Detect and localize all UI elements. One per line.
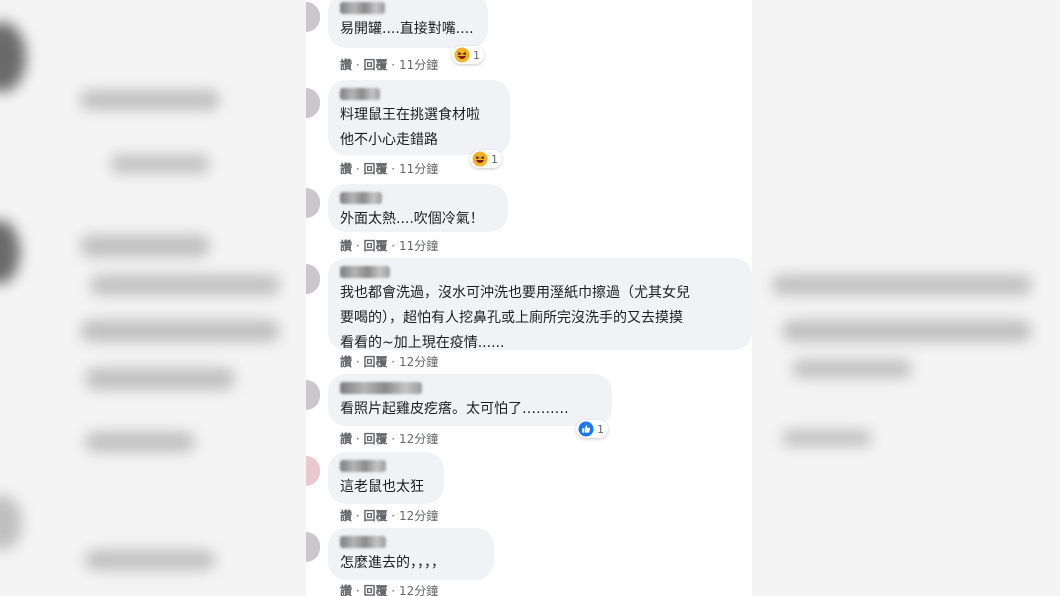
like-link[interactable]: 讚	[340, 162, 352, 176]
comment-actions: 讚 · 回覆 · 11分鐘	[340, 239, 439, 253]
blurred-text	[80, 90, 220, 110]
comment-actions: 讚 · 回覆 · 12分鐘	[340, 355, 439, 369]
commenter-name-blurred[interactable]	[340, 382, 422, 394]
comment-timestamp[interactable]: 11分鐘	[399, 162, 438, 176]
blurred-text	[792, 360, 912, 378]
blurred-text	[782, 430, 872, 446]
comment-actions: 讚 · 回覆 · 12分鐘	[340, 584, 439, 596]
reaction-count: 1	[473, 48, 480, 62]
blurred-text	[90, 275, 280, 295]
commenter-name-blurred[interactable]	[340, 460, 386, 472]
comment-bubble: 我也都會洗過，沒水可沖洗也要用溼紙巾擦過（尤其女兒 要喝的），超怕有人挖鼻孔或上…	[328, 258, 752, 351]
comment-text: 他不小心走錯路	[340, 132, 438, 148]
blurred-text	[85, 368, 235, 390]
blurred-text	[80, 235, 210, 257]
comment-text: 料理鼠王在挑選食材啦	[340, 107, 480, 123]
commenter-avatar[interactable]	[306, 2, 320, 32]
reply-link[interactable]: 回覆	[363, 432, 387, 446]
reaction-count: 1	[597, 422, 604, 436]
blurred-text	[85, 550, 215, 570]
reply-link[interactable]: 回覆	[363, 58, 387, 72]
blurred-avatar	[0, 22, 26, 92]
like-link[interactable]: 讚	[340, 432, 352, 446]
blurred-avatar	[0, 220, 20, 284]
commenter-avatar[interactable]	[306, 188, 320, 218]
comment-text: 怎麼進去的，，，，	[340, 555, 445, 571]
comment-text: 看照片起雞皮疙瘩。太可怕了‥‥‥‥‥	[340, 401, 569, 417]
comment-actions: 讚 · 回覆 · 12分鐘	[340, 432, 439, 446]
commenter-name-blurred[interactable]	[340, 266, 390, 278]
commenter-name-blurred[interactable]	[340, 536, 386, 548]
comment-bubble: 這老鼠也太狂	[328, 452, 444, 504]
reply-link[interactable]: 回覆	[363, 162, 387, 176]
blurred-background-right	[752, 0, 1060, 596]
comment-list: 易開罐....直接對嘴.... 1 讚 · 回覆 · 11分鐘 料理鼠王在挑選食…	[306, 0, 752, 596]
like-link[interactable]: 讚	[340, 58, 352, 72]
comment-bubble: 料理鼠王在挑選食材啦 他不小心走錯路	[328, 80, 510, 155]
commenter-name-blurred[interactable]	[340, 88, 380, 100]
commenter-avatar[interactable]	[306, 456, 320, 486]
reply-link[interactable]: 回覆	[363, 355, 387, 369]
blurred-text	[80, 320, 280, 342]
blurred-text	[110, 155, 210, 173]
comment-text: 這老鼠也太狂	[340, 479, 424, 495]
comment-actions: 讚 · 回覆 · 12分鐘	[340, 509, 439, 523]
commenter-avatar[interactable]	[306, 532, 320, 562]
like-icon	[578, 421, 594, 437]
comment-bubble: 看照片起雞皮疙瘩。太可怕了‥‥‥‥‥	[328, 374, 612, 426]
comment-actions: 讚 · 回覆 · 11分鐘	[340, 162, 439, 176]
reply-link[interactable]: 回覆	[363, 239, 387, 253]
commenter-name-blurred[interactable]	[340, 2, 385, 14]
comment-text: 易開罐....直接對嘴....	[340, 21, 474, 37]
comment-text: 我也都會洗過，沒水可沖洗也要用溼紙巾擦過（尤其女兒	[340, 285, 690, 301]
like-link[interactable]: 讚	[340, 509, 352, 523]
like-link[interactable]: 讚	[340, 584, 352, 596]
blurred-text	[85, 432, 195, 452]
reaction-badge[interactable]: 1	[576, 420, 608, 438]
comment-bubble: 怎麼進去的，，，，	[328, 528, 494, 580]
comment-bubble: 易開罐....直接對嘴....	[328, 0, 488, 48]
comment-timestamp[interactable]: 12分鐘	[399, 355, 438, 369]
reaction-badge[interactable]: 1	[452, 46, 484, 64]
comment-timestamp[interactable]: 11分鐘	[399, 58, 438, 72]
haha-icon	[472, 151, 488, 167]
comment-timestamp[interactable]: 12分鐘	[399, 584, 438, 596]
commenter-avatar[interactable]	[306, 380, 320, 410]
reaction-badge[interactable]: 1	[470, 150, 502, 168]
blurred-avatar	[0, 495, 22, 550]
blurred-text	[772, 275, 1032, 295]
comment-bubble: 外面太熱....吹個冷氣！	[328, 184, 508, 232]
blurred-text	[782, 320, 1032, 342]
comment-timestamp[interactable]: 12分鐘	[399, 509, 438, 523]
reply-link[interactable]: 回覆	[363, 584, 387, 596]
like-link[interactable]: 讚	[340, 355, 352, 369]
comment-text: 要喝的），超怕有人挖鼻孔或上廁所完沒洗手的又去摸摸	[340, 310, 683, 326]
comment-timestamp[interactable]: 12分鐘	[399, 432, 438, 446]
comment-timestamp[interactable]: 11分鐘	[399, 239, 438, 253]
like-link[interactable]: 讚	[340, 239, 352, 253]
reply-link[interactable]: 回覆	[363, 509, 387, 523]
commenter-avatar[interactable]	[306, 88, 320, 118]
comment-actions: 讚 · 回覆 · 11分鐘	[340, 58, 439, 72]
haha-icon	[454, 47, 470, 63]
commenter-name-blurred[interactable]	[340, 192, 382, 204]
reaction-count: 1	[491, 152, 498, 166]
comment-text: 外面太熱....吹個冷氣！	[340, 211, 484, 227]
commenter-avatar[interactable]	[306, 264, 320, 294]
blurred-background-left	[0, 0, 306, 596]
